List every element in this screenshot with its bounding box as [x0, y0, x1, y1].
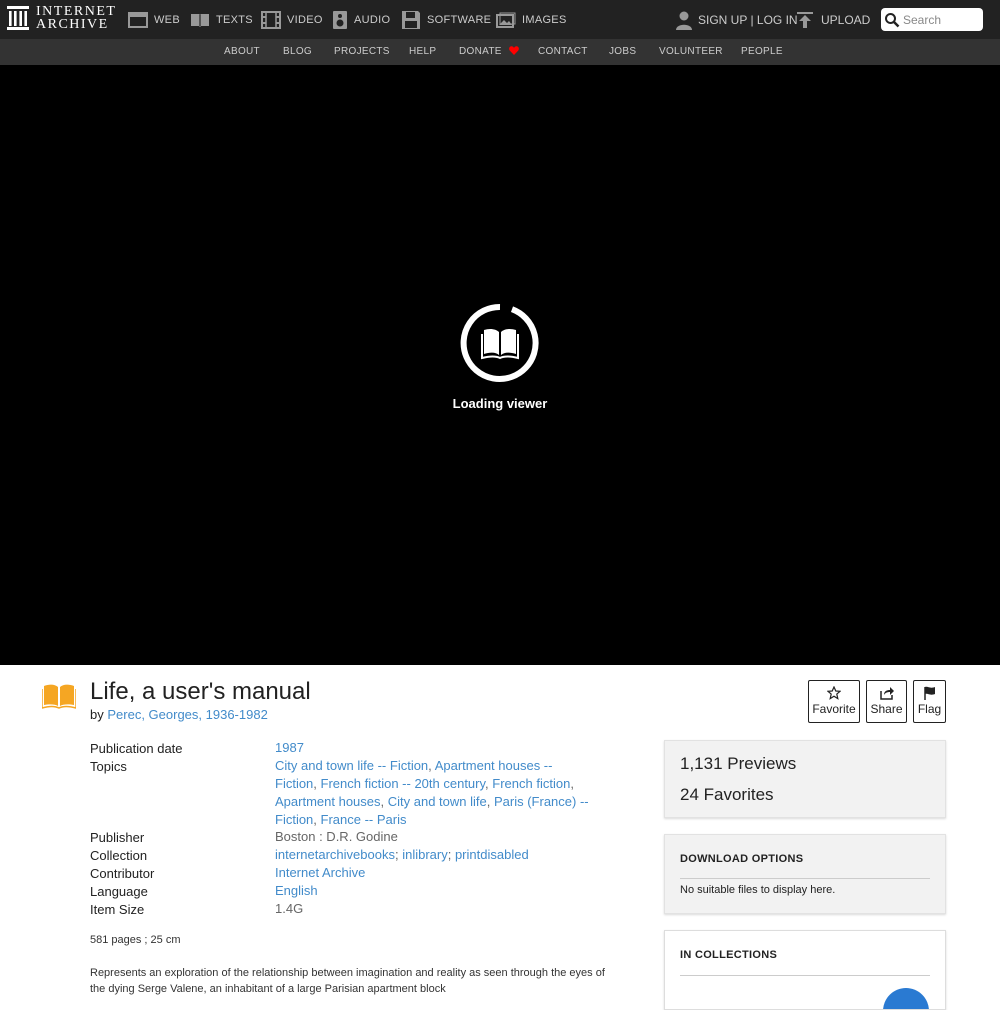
heart-icon [508, 46, 519, 55]
share-label: Share [870, 702, 903, 716]
loading-spinner-book-icon [460, 303, 539, 382]
subnav-about[interactable]: ABOUT [224, 39, 260, 65]
upload-icon [797, 11, 813, 28]
language-link[interactable]: English [275, 883, 318, 898]
video-icon [261, 10, 281, 29]
logo-line-2: ARCHIVE [36, 17, 109, 32]
signup-login-label: SIGN UP | LOG IN [698, 12, 798, 27]
previews-count: 1,131 Previews [680, 754, 797, 773]
language-value: English [275, 882, 318, 900]
topic-link[interactable]: French fiction [492, 776, 570, 791]
item-size-label: Item Size [90, 902, 145, 917]
search-icon [885, 12, 900, 27]
topics-label: Topics [90, 759, 127, 774]
secondary-navigation: ABOUT BLOG PROJECTS HELP DONATE CONTACT … [0, 39, 1000, 65]
audio-icon [333, 10, 347, 29]
topics-value: City and town life -- Fiction, Apartment… [275, 758, 589, 827]
subnav-help[interactable]: HELP [409, 39, 436, 65]
item-description: Represents an exploration of the relatio… [90, 967, 605, 995]
subnav-donate-label: DONATE [459, 46, 502, 57]
share-icon [879, 687, 894, 700]
subnav-donate[interactable]: DONATE [459, 39, 519, 65]
download-options-panel: DOWNLOAD OPTIONS No suitable files to di… [664, 834, 946, 914]
subnav-volunteer[interactable]: VOLUNTEER [659, 39, 723, 65]
user-icon [676, 11, 692, 30]
nav-images-label: IMAGES [522, 13, 567, 26]
nav-software[interactable]: SOFTWARE [401, 0, 491, 39]
signup-login-link[interactable]: SIGN UP | LOG IN [675, 0, 798, 39]
contributor-value: Internet Archive [275, 864, 365, 882]
stats-panel: 1,131 Previews 24 Favorites [664, 740, 946, 818]
top-navigation: INTERNET ARCHIVE WEB TEXTS VIDEO AUDIO S… [0, 0, 1000, 39]
texts-icon [42, 684, 76, 709]
nav-images[interactable]: IMAGES [496, 0, 567, 39]
collection-value: internetarchivebooks; inlibrary; printdi… [275, 847, 529, 862]
nav-web-label: WEB [154, 13, 180, 26]
divider [680, 975, 930, 976]
nav-video-label: VIDEO [287, 13, 323, 26]
favorite-label: Favorite [812, 702, 856, 716]
item-byline: by Perec, Georges, 1936-1982 [90, 707, 268, 722]
software-icon [402, 10, 420, 29]
search-input[interactable] [903, 12, 981, 27]
collection-link[interactable]: printdisabled [455, 847, 529, 862]
topic-link[interactable]: French fiction -- 20th century [321, 776, 486, 791]
no-files-message: No suitable files to display here. [680, 884, 836, 896]
collection-link[interactable]: internetarchivebooks [275, 847, 395, 862]
subnav-projects[interactable]: PROJECTS [334, 39, 390, 65]
subnav-jobs[interactable]: JOBS [609, 39, 636, 65]
upload-link[interactable]: UPLOAD [796, 0, 870, 39]
loading-viewer-text: Loading viewer [452, 396, 548, 411]
texts-icon [191, 13, 209, 27]
publisher-value: Boston : D.R. Godine [275, 829, 398, 844]
publisher-label: Publisher [90, 830, 145, 845]
flag-label: Flag [917, 702, 942, 716]
star-icon [827, 686, 841, 700]
in-collections-panel: IN COLLECTIONS [664, 930, 946, 1010]
physical-description: 581 pages ; 25 cm [90, 934, 181, 946]
publication-date-link[interactable]: 1987 [275, 740, 304, 755]
favorite-button[interactable]: Favorite [808, 680, 860, 723]
favorites-count: 24 Favorites [680, 785, 774, 804]
byline-prefix: by [90, 707, 104, 722]
subnav-blog[interactable]: BLOG [283, 39, 312, 65]
flag-icon [923, 686, 935, 700]
collection-link[interactable]: inlibrary [402, 847, 448, 862]
download-options-heading: DOWNLOAD OPTIONS [680, 853, 804, 865]
subnav-contact[interactable]: CONTACT [538, 39, 588, 65]
web-icon [128, 11, 148, 28]
share-button[interactable]: Share [866, 680, 907, 723]
collection-label: Collection [90, 848, 148, 863]
contributor-link[interactable]: Internet Archive [275, 865, 365, 880]
search-box [881, 8, 983, 31]
topic-link[interactable]: France -- Paris [321, 812, 407, 827]
upload-label: UPLOAD [821, 12, 871, 27]
topic-link[interactable]: City and town life -- Fiction [275, 758, 428, 773]
contributor-label: Contributor [90, 866, 155, 881]
language-label: Language [90, 884, 148, 899]
nav-texts-label: TEXTS [216, 13, 253, 26]
flag-button[interactable]: Flag [913, 680, 946, 723]
images-icon [496, 12, 516, 28]
topic-link[interactable]: City and town life [388, 794, 487, 809]
nav-audio[interactable]: AUDIO [332, 0, 390, 39]
in-collections-heading: IN COLLECTIONS [680, 949, 778, 961]
divider [680, 878, 930, 879]
archive-building-icon [7, 6, 29, 30]
item-size-value: 1.4G [275, 901, 304, 916]
nav-audio-label: AUDIO [354, 13, 391, 26]
nav-software-label: SOFTWARE [427, 13, 492, 26]
author-link[interactable]: Perec, Georges, 1936-1982 [107, 707, 267, 722]
item-title: Life, a user's manual [90, 678, 311, 705]
publication-date-value: 1987 [275, 739, 304, 757]
publication-date-label: Publication date [90, 741, 183, 756]
book-viewer[interactable]: Loading viewer [0, 65, 1000, 665]
subnav-people[interactable]: PEOPLE [741, 39, 783, 65]
internet-archive-logo[interactable]: INTERNET ARCHIVE [6, 5, 116, 32]
topic-link[interactable]: Apartment houses [275, 794, 381, 809]
nav-texts[interactable]: TEXTS [190, 0, 253, 39]
nav-web[interactable]: WEB [128, 0, 180, 39]
nav-video[interactable]: VIDEO [261, 0, 323, 39]
collection-avatar[interactable] [883, 988, 929, 1009]
